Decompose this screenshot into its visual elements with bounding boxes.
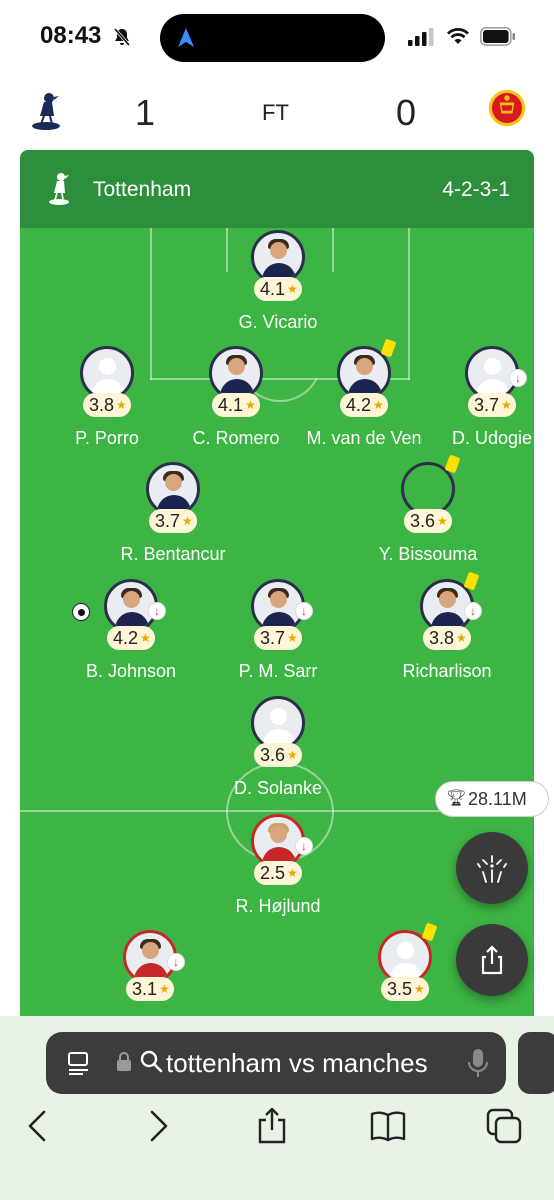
next-tab-address-bar[interactable] [518, 1032, 554, 1094]
home-score: 1 [135, 92, 156, 133]
player-avatar [209, 346, 263, 400]
navigation-arrow-icon [178, 28, 194, 47]
player-rating: 3.6 ★ [404, 509, 452, 533]
wifi-icon [447, 28, 469, 44]
bell-muted-icon [113, 28, 131, 46]
match-status: FT [262, 100, 289, 125]
player-name: P. M. Sarr [238, 661, 318, 681]
player-avatar [251, 230, 305, 284]
share-icon [481, 945, 503, 975]
yellow-card-icon [421, 922, 438, 942]
tabs-icon[interactable] [486, 1108, 522, 1144]
lineup-header: Tottenham 4-2-3-1 [20, 150, 534, 228]
bookmarks-icon[interactable] [370, 1108, 406, 1144]
player-rating: 4.2 ★ [340, 393, 388, 417]
search-icon [140, 1050, 163, 1073]
back-icon[interactable] [20, 1108, 56, 1144]
player-rating: 3.7 ★ [468, 393, 516, 417]
substitution-out-icon: ↓ [167, 953, 185, 971]
player-card[interactable]: ↓ 2.5 ★ R. Højlund [203, 814, 353, 934]
player-card[interactable]: 3.6 ★ Y. Bissouma [353, 454, 503, 582]
url-text: tottenham vs manches [166, 1048, 428, 1078]
player-name: G. Vicario [238, 312, 318, 332]
player-rating: 3.1 ★ [126, 977, 174, 1001]
microphone-icon[interactable] [466, 1048, 490, 1078]
player-rating: 3.5 ★ [381, 977, 429, 1001]
star-icon: ★ [116, 398, 127, 412]
player-avatar [146, 462, 200, 516]
player-card[interactable]: 3.7 ★ R. Bentancur [98, 462, 248, 582]
player-name: R. Højlund [235, 896, 321, 916]
address-bar[interactable]: tottenham vs manches [46, 1032, 506, 1094]
manchester-united-crest-icon [488, 89, 526, 127]
player-card[interactable]: 3.5 ★ [330, 922, 480, 1030]
player-rating: 2.5 ★ [254, 861, 302, 885]
substitution-out-icon: ↓ [509, 369, 527, 387]
lineup-card: Tottenham 4-2-3-1 4.1 ★ G. Vicario 3.8 ★ P… [20, 150, 534, 1030]
player-card[interactable]: ↓ 3.7 ★ P. M. Sarr [203, 579, 353, 699]
star-icon: ★ [373, 398, 384, 412]
player-rating: 4.1 ★ [212, 393, 260, 417]
player-rating: 3.7 ★ [254, 626, 302, 650]
tottenham-crest-icon [32, 93, 60, 130]
player-card[interactable]: ↓ 4.2 ★ B. Johnson [56, 579, 206, 699]
status-time: 08:43 [40, 22, 102, 49]
away-score: 0 [396, 92, 417, 133]
fireworks-icon [477, 855, 507, 883]
player-card[interactable]: 3.6 ★ D. Solanke [203, 696, 353, 816]
trophy-icon: 🏆︎ [446, 790, 467, 807]
player-name: D. Udogie [451, 428, 533, 448]
lock-icon [117, 1052, 131, 1071]
substitution-out-icon: ↓ [295, 837, 313, 855]
votes-count: 28.11M [468, 789, 527, 809]
player-rating: 4.2 ★ [107, 626, 155, 650]
player-name: D. Solanke [233, 778, 323, 798]
player-rating: 3.7 ★ [149, 509, 197, 533]
lineup-team-name: Tottenham [93, 178, 192, 201]
substitution-out-icon: ↓ [148, 602, 166, 620]
formation-label: 4-2-3-1 [442, 178, 510, 201]
votes-badge[interactable]: 🏆︎ 28.11M [435, 781, 549, 817]
yellow-card-icon [380, 338, 397, 358]
star-icon: ★ [501, 398, 512, 412]
star-icon: ★ [182, 514, 193, 528]
star-icon: ★ [140, 631, 151, 645]
star-icon: ★ [437, 514, 448, 528]
player-card[interactable]: 4.1 ★ G. Vicario [203, 230, 353, 350]
player-card[interactable]: ↓ 3.7 ★ D. Udogie [417, 346, 534, 466]
star-icon: ★ [159, 982, 170, 996]
star-icon: ★ [414, 982, 425, 996]
tottenham-crest-icon [49, 173, 69, 205]
star-icon: ★ [287, 631, 298, 645]
player-avatar [251, 696, 305, 750]
forward-icon[interactable] [140, 1108, 176, 1144]
celebrate-button[interactable] [456, 832, 528, 904]
battery-icon [480, 27, 516, 46]
player-rating: 4.1 ★ [254, 277, 302, 301]
cellular-signal-icon [408, 28, 434, 46]
player-card[interactable]: ↓ 3.1 ★ [75, 930, 225, 1030]
star-icon: ★ [287, 748, 298, 762]
goal-ball-icon [72, 603, 90, 621]
star-icon: ★ [287, 866, 298, 880]
player-name: Richarlison [402, 661, 492, 681]
share-icon[interactable] [254, 1108, 290, 1144]
player-name: B. Johnson [85, 661, 177, 681]
player-card[interactable]: ↓ 3.8 ★ Richarlison [372, 571, 522, 699]
substitution-out-icon: ↓ [295, 602, 313, 620]
player-avatar [80, 346, 134, 400]
player-rating: 3.6 ★ [254, 743, 302, 767]
player-name: Y. Bissouma [378, 544, 478, 564]
star-icon: ★ [287, 282, 298, 296]
share-button[interactable] [456, 924, 528, 996]
player-rating: 3.8 ★ [423, 626, 471, 650]
star-icon: ★ [456, 631, 467, 645]
substitution-out-icon: ↓ [464, 602, 482, 620]
star-icon: ★ [245, 398, 256, 412]
page-menu-icon[interactable] [66, 1050, 92, 1076]
player-rating: 3.8 ★ [83, 393, 131, 417]
player-name: R. Bentancur [120, 544, 226, 564]
